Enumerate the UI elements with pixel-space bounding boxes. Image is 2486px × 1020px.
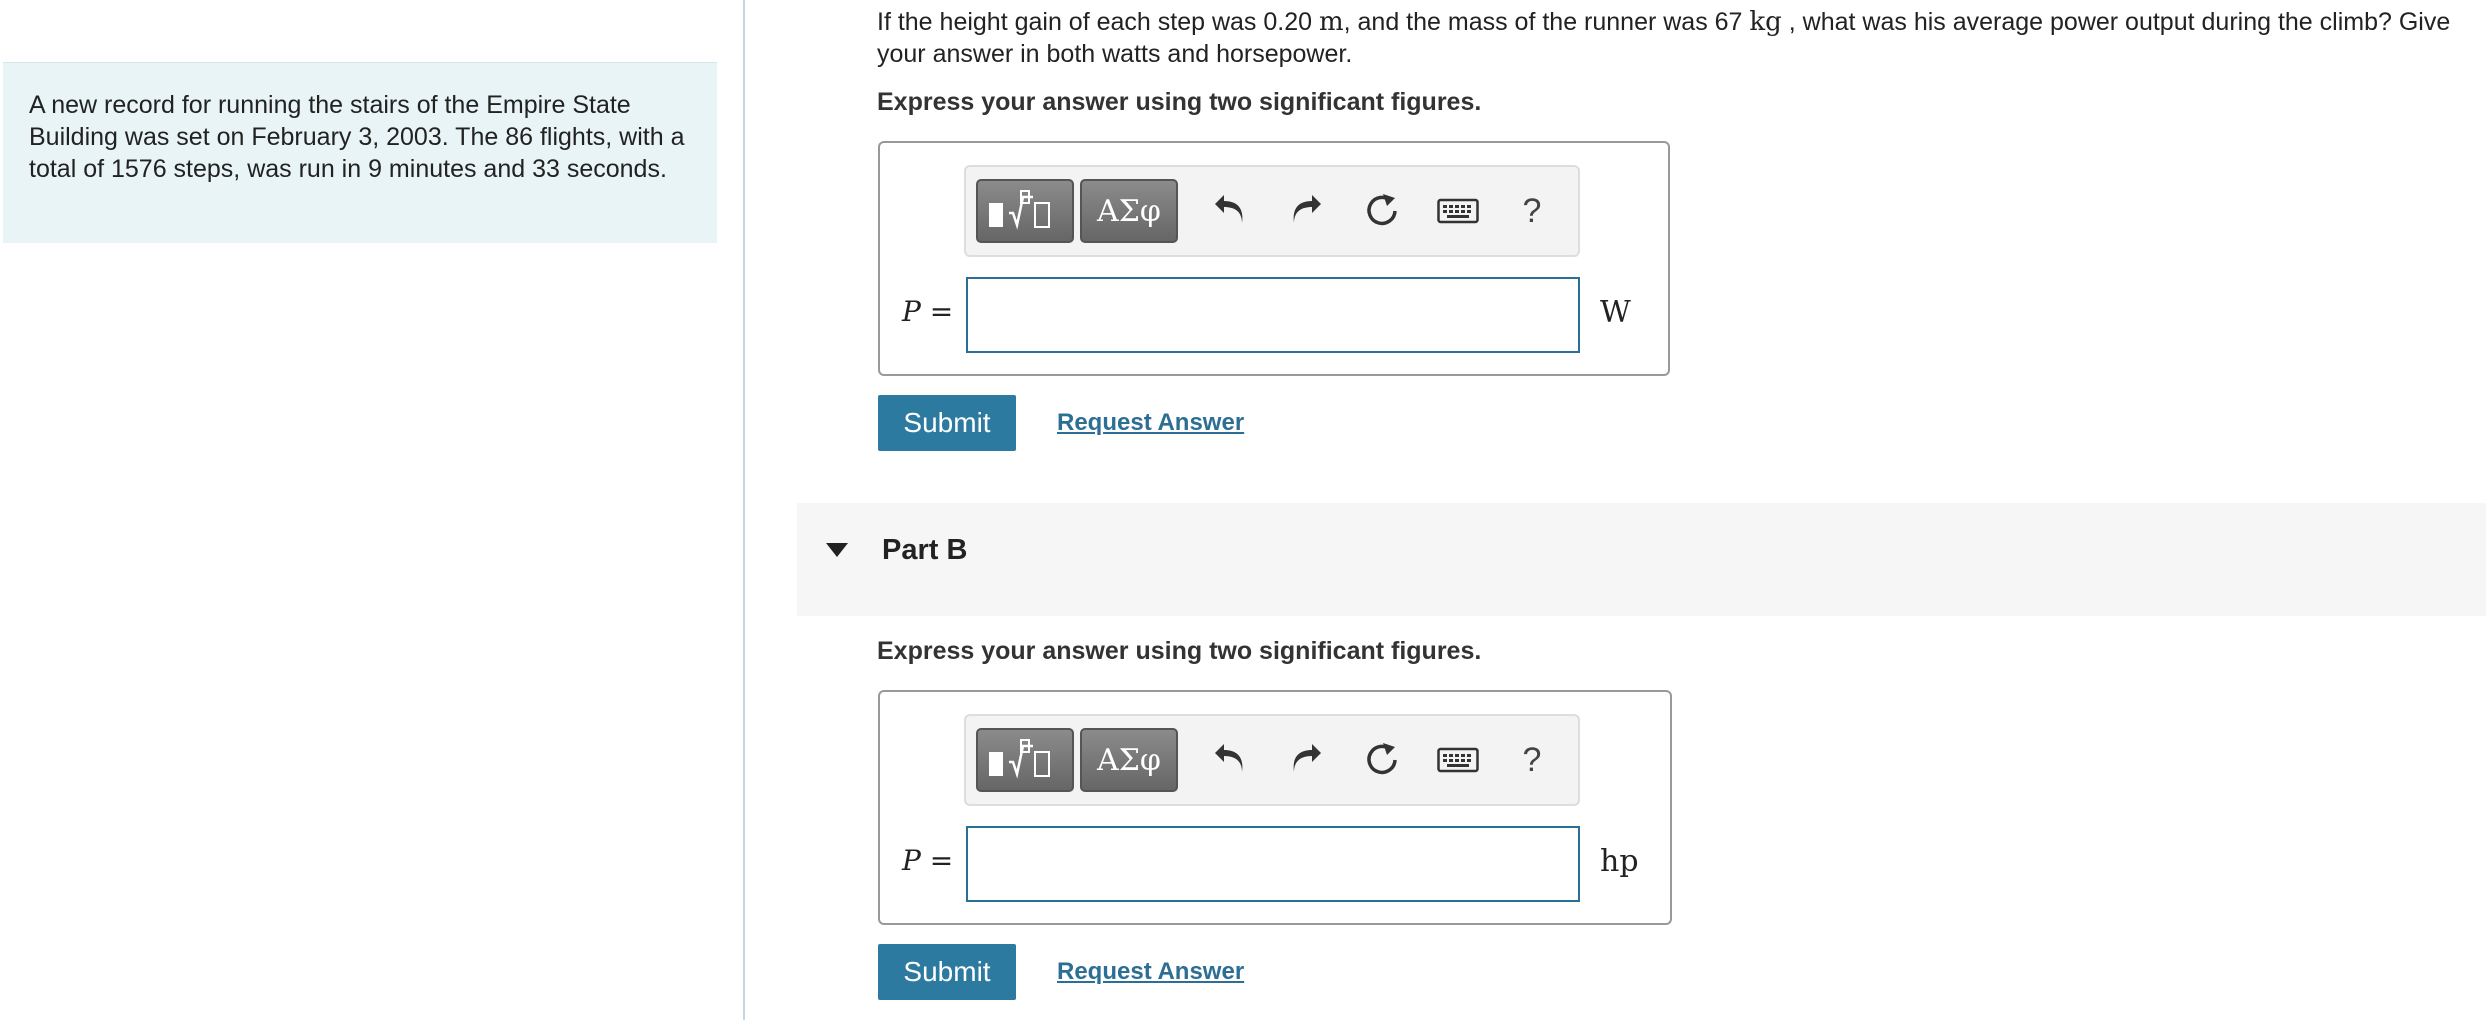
problem-intro-text: A new record for running the stairs of t…: [29, 91, 685, 183]
part-a-request-answer-link[interactable]: Request Answer: [1057, 409, 1244, 437]
reset-icon: [1367, 194, 1397, 226]
equals-sign: =: [929, 295, 954, 328]
question-text-2: , and the mass of the runner was 67: [1343, 8, 1750, 36]
keyboard-button[interactable]: [1430, 732, 1486, 788]
unit-meters: m: [1318, 7, 1344, 37]
greek-symbols-button[interactable]: ΑΣφ: [1080, 179, 1178, 243]
redo-icon: [1293, 744, 1321, 772]
templates-icon: [989, 190, 1050, 230]
reset-icon: [1367, 743, 1397, 775]
help-icon: ?: [1522, 740, 1542, 779]
help-button[interactable]: ?: [1504, 183, 1560, 239]
answer-variable-label: P =: [902, 295, 953, 328]
part-b-submit-button[interactable]: Submit: [878, 944, 1016, 1000]
templates-button[interactable]: [976, 728, 1074, 792]
unit-label-horsepower: hp: [1600, 844, 1639, 879]
reset-button[interactable]: [1354, 183, 1410, 239]
part-a-question: If the height gain of each step was 0.20…: [877, 6, 2467, 70]
part-a-instruction: Express your answer using two significan…: [877, 88, 1482, 116]
reset-button[interactable]: [1354, 732, 1410, 788]
part-a-submit-button[interactable]: Submit: [878, 395, 1016, 451]
templates-icon: [989, 739, 1050, 779]
part-b-title: Part B: [882, 534, 968, 566]
math-toolbar: ΑΣφ ?: [964, 165, 1580, 257]
part-b-answer-box: ΑΣφ ? P = hp: [878, 690, 1672, 925]
redo-icon: [1293, 195, 1321, 223]
part-b-instruction: Express your answer using two significan…: [877, 637, 1482, 665]
power-horsepower-input[interactable]: [966, 826, 1580, 902]
redo-button[interactable]: [1278, 732, 1334, 788]
keyboard-icon: [1437, 198, 1479, 224]
help-icon: ?: [1522, 191, 1542, 230]
undo-button[interactable]: [1202, 183, 1258, 239]
unit-kilograms: kg: [1749, 7, 1782, 37]
question-text-1: If the height gain of each step was 0.20: [877, 8, 1319, 36]
greek-symbols-icon: ΑΣφ: [1097, 193, 1161, 229]
part-b-header[interactable]: [797, 503, 2486, 616]
part-b-request-answer-link[interactable]: Request Answer: [1057, 958, 1244, 986]
keyboard-icon: [1437, 747, 1479, 773]
undo-button[interactable]: [1202, 732, 1258, 788]
keyboard-button[interactable]: [1430, 183, 1486, 239]
undo-icon: [1215, 744, 1243, 772]
redo-button[interactable]: [1278, 183, 1334, 239]
problem-intro: A new record for running the stairs of t…: [3, 62, 717, 243]
undo-icon: [1215, 195, 1243, 223]
math-toolbar: ΑΣφ ?: [964, 714, 1580, 806]
variable-p: P: [902, 844, 921, 877]
collapse-triangle-icon[interactable]: [826, 543, 848, 557]
greek-symbols-button[interactable]: ΑΣφ: [1080, 728, 1178, 792]
power-watts-input[interactable]: [966, 277, 1580, 353]
column-divider: [743, 0, 745, 1020]
unit-label-watts: W: [1600, 295, 1631, 330]
equals-sign: =: [929, 844, 954, 877]
templates-button[interactable]: [976, 179, 1074, 243]
greek-symbols-icon: ΑΣφ: [1097, 742, 1161, 778]
answer-variable-label: P =: [902, 844, 953, 877]
variable-p: P: [902, 295, 921, 328]
help-button[interactable]: ?: [1504, 732, 1560, 788]
part-a-answer-box: ΑΣφ ? P = W: [878, 141, 1670, 376]
